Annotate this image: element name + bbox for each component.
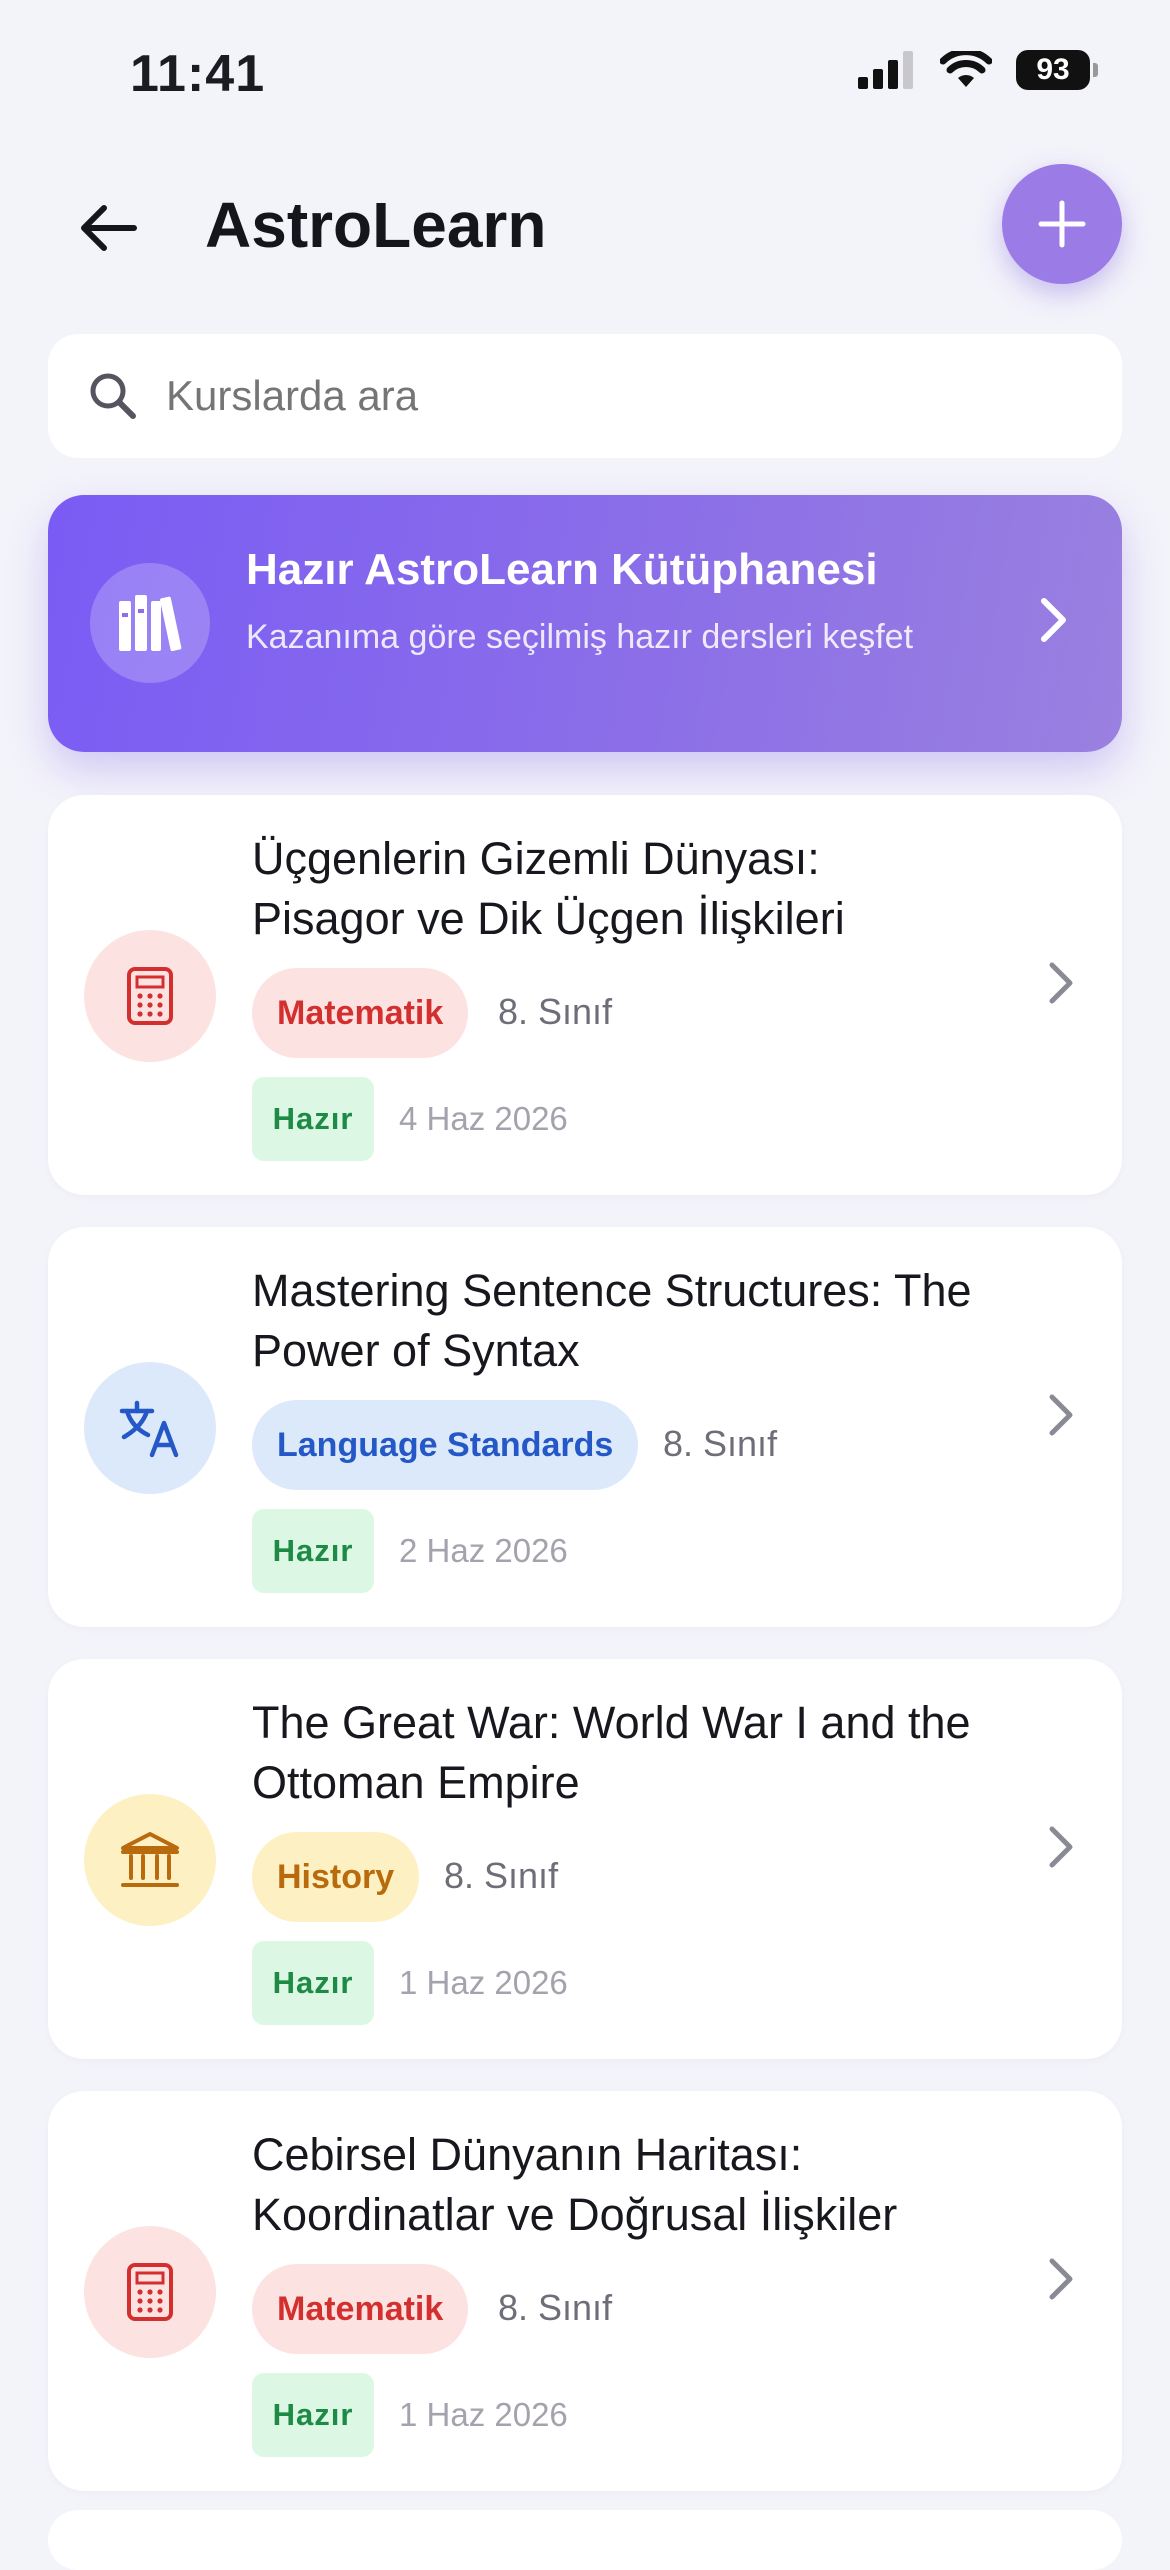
- course-card[interactable]: Üçgenlerin Gizemli Dünyası: Pisagor ve D…: [48, 795, 1122, 1195]
- chevron-right-icon: [1036, 595, 1070, 650]
- search-input[interactable]: [164, 371, 1068, 421]
- status-bar: 11:41 93: [0, 0, 1170, 150]
- app-header: AstroLearn: [0, 160, 1170, 290]
- status-badge: Hazır: [252, 2373, 374, 2457]
- arrow-left-icon: [81, 205, 137, 251]
- wifi-icon: [940, 51, 992, 87]
- banner-subtitle: Kazanıma göre seçilmiş hazır dersleri ke…: [246, 618, 914, 656]
- course-card[interactable]: Mastering Sentence Structures: The Power…: [48, 1227, 1122, 1627]
- banner-title: Hazır AstroLearn Kütüphanesi: [246, 545, 878, 594]
- subject-badge: Matematik: [252, 2264, 469, 2354]
- back-button[interactable]: [70, 190, 146, 266]
- search-bar[interactable]: [48, 334, 1122, 458]
- grade-label: 8. Sınıf: [663, 1423, 778, 1464]
- page-title: AstroLearn: [205, 189, 547, 261]
- status-badge: Hazır: [252, 1077, 374, 1161]
- calculator-icon: [84, 930, 216, 1062]
- library-banner[interactable]: Hazır AstroLearn Kütüphanesi Kazanıma gö…: [48, 495, 1122, 752]
- chevron-right-icon: [1046, 1824, 1076, 1875]
- translate-icon: [84, 1362, 216, 1494]
- chevron-right-icon: [1046, 960, 1076, 1011]
- course-date: 1 Haz 2026: [399, 1964, 568, 2001]
- library-books-icon: [90, 563, 210, 683]
- plus-icon: [1038, 200, 1086, 248]
- status-badge: Hazır: [252, 1509, 374, 1593]
- course-date: 2 Haz 2026: [399, 1532, 568, 1569]
- status-badge: Hazır: [252, 1941, 374, 2025]
- course-card-partial[interactable]: [48, 2510, 1122, 2570]
- grade-label: 8. Sınıf: [498, 2287, 613, 2328]
- museum-icon: [84, 1794, 216, 1926]
- chevron-right-icon: [1046, 1392, 1076, 1443]
- course-title: Cebirsel Dünyanın Haritası: Koordinatlar…: [252, 2129, 898, 2240]
- status-icons: 93: [858, 50, 1098, 90]
- course-card[interactable]: The Great War: World War I and the Ottom…: [48, 1659, 1122, 2059]
- grade-label: 8. Sınıf: [444, 1855, 559, 1896]
- course-title: Mastering Sentence Structures: The Power…: [252, 1265, 972, 1376]
- subject-badge: History: [252, 1832, 420, 1922]
- course-title: The Great War: World War I and the Ottom…: [252, 1697, 971, 1808]
- course-card[interactable]: Cebirsel Dünyanın Haritası: Koordinatlar…: [48, 2091, 1122, 2491]
- cellular-signal-icon: [858, 51, 913, 89]
- status-time: 11:41: [130, 45, 266, 103]
- course-date: 4 Haz 2026: [399, 1100, 568, 1137]
- subject-badge: Language Standards: [252, 1400, 639, 1490]
- course-title: Üçgenlerin Gizemli Dünyası: Pisagor ve D…: [252, 833, 845, 944]
- grade-label: 8. Sınıf: [498, 991, 613, 1032]
- search-icon: [86, 369, 140, 423]
- battery-indicator: 93: [1016, 50, 1098, 90]
- add-course-button[interactable]: [1002, 164, 1122, 284]
- chevron-right-icon: [1046, 2256, 1076, 2307]
- subject-badge: Matematik: [252, 968, 469, 1058]
- calculator-icon: [84, 2226, 216, 2358]
- course-date: 1 Haz 2026: [399, 2396, 568, 2433]
